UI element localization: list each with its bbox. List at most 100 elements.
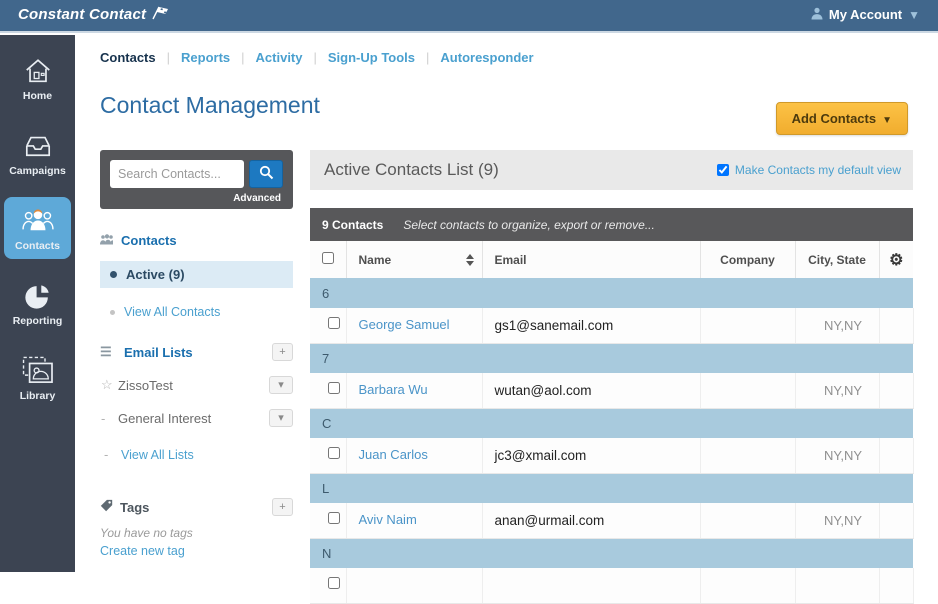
contact-company [700,568,795,603]
bullet-icon [110,310,115,315]
contact-city-state: NY,NY [795,373,879,408]
default-view-toggle[interactable]: Make Contacts my default view [717,163,901,177]
group-row-7: 7 [310,343,913,373]
group-row-C: C [310,408,913,438]
contacts-list-panel: Active Contacts List (9) Make Contacts m… [310,150,913,604]
column-header-city-state[interactable]: City, State [795,241,879,278]
page-title: Contact Management [100,92,320,118]
advanced-search-link[interactable]: Advanced [110,188,283,204]
list-title: Active Contacts List (9) [324,160,499,180]
group-label: 7 [310,343,913,373]
nav-tab-contacts[interactable]: Contacts [100,50,156,65]
group-label: L [310,473,913,503]
my-account-menu[interactable]: My Account ▼ [811,7,920,23]
selection-toolbar: 9 Contacts Select contacts to organize, … [310,208,913,241]
contact-row: George Samuel gs1@sanemail.com NY,NY [310,308,913,343]
group-label: N [310,538,913,568]
list-header-band: Active Contacts List (9) Make Contacts m… [310,150,913,190]
contact-city-state: NY,NY [795,308,879,343]
contact-row [310,568,913,603]
nav-separator: | [314,50,317,65]
select-all-checkbox[interactable] [322,252,334,264]
library-icon [4,356,71,388]
default-view-checkbox[interactable] [717,164,729,176]
email-list-item-general-interest[interactable]: -General Interest▾ [100,409,293,427]
gear-icon[interactable]: ⚙ [889,252,903,269]
constant-contact-logo[interactable]: Constant Contact [18,4,170,25]
column-header-email[interactable]: Email [482,241,700,278]
rail-item-contacts[interactable]: Contacts [4,197,71,259]
contact-name-link[interactable]: Barbara Wu [359,382,428,397]
column-header-name[interactable]: Name [346,241,482,278]
nav-tab-activity[interactable]: Activity [256,50,303,65]
contacts-table: Name Email Company City, State ⚙ 6George… [310,241,914,604]
dash-icon: - [101,411,118,426]
contact-email: jc3@xmail.com [482,438,700,473]
row-checkbox[interactable] [328,512,340,524]
search-button[interactable] [249,160,283,188]
sidebar-item-view-all-contacts[interactable]: View All Contacts [100,305,293,319]
sidebar-item-active[interactable]: Active (9) [100,261,293,288]
dash-icon: - [104,447,121,462]
column-header-company[interactable]: Company [700,241,795,278]
contact-name-link[interactable]: Juan Carlos [359,447,428,462]
contact-email [482,568,700,603]
add-tag-button[interactable]: + [272,498,293,516]
sort-icon[interactable] [466,254,474,266]
contact-row: Juan Carlosjc3@xmail.comNY,NY [310,438,913,473]
selection-hint: Select contacts to organize, export or r… [403,218,654,232]
email-list-item-zissotest[interactable]: ☆ZissoTest▾ [100,376,293,394]
caret-down-icon: ▼ [882,115,892,126]
contact-name-link[interactable]: Aviv Naim [359,512,417,527]
group-row-6: 6 [310,278,913,308]
left-rail: Home Campaigns Contacts Reporting Library [0,35,75,572]
nav-separator: | [167,50,170,65]
contact-company [700,373,795,408]
contacts-count: 9 Contacts [322,218,383,232]
star-icon: ☆ [101,377,118,393]
sidebar-item-view-all-lists[interactable]: - View All Lists [100,447,293,462]
list-dropdown-button[interactable]: ▾ [269,409,293,427]
logo-text: Constant Contact [18,6,146,23]
tag-icon [100,499,113,515]
contact-email: gs1@sanemail.com [482,308,700,343]
rail-item-library[interactable]: Library [4,347,71,409]
contact-company [700,308,795,343]
search-contacts-input[interactable] [110,160,244,188]
add-contacts-button[interactable]: Add Contacts▼ [776,102,908,135]
group-label: C [310,408,913,438]
row-checkbox[interactable] [328,382,340,394]
rail-item-home[interactable]: Home [4,47,71,109]
row-checkbox[interactable] [328,577,340,589]
flag-logo-icon [150,4,170,25]
sidebar-contacts-header[interactable]: Contacts [100,233,177,248]
nav-separator: | [241,50,244,65]
create-new-tag-link[interactable]: Create new tag [100,544,293,558]
sidebar-email-lists-header[interactable]: ☰ Email Lists [100,344,193,360]
contact-email: anan@urmail.com [482,503,700,538]
sidebar-tags-header[interactable]: Tags [100,499,149,515]
contact-city-state: NY,NY [795,503,879,538]
campaigns-icon [4,131,71,163]
nav-tab-reports[interactable]: Reports [181,50,230,65]
search-panel: Advanced [100,150,293,209]
row-checkbox[interactable] [328,447,340,459]
group-label: 6 [310,278,913,308]
contact-city-state [795,568,879,603]
sidebar: Advanced Contacts Active (9) View All Co… [100,150,293,604]
home-icon [4,56,71,88]
search-icon [259,165,274,183]
add-list-button[interactable]: + [272,343,293,361]
rail-item-reporting[interactable]: Reporting [4,272,71,334]
active-bullet [110,271,117,278]
list-dropdown-button[interactable]: ▾ [269,376,293,394]
nav-tab-sign-up-tools[interactable]: Sign-Up Tools [328,50,415,65]
rail-item-campaigns[interactable]: Campaigns [4,122,71,184]
contact-name-link[interactable]: George Samuel [359,317,450,332]
user-icon [811,7,823,23]
contact-email: wutan@aol.com [482,373,700,408]
table-header-row: Name Email Company City, State ⚙ [310,241,913,278]
row-checkbox[interactable] [328,317,340,329]
contact-company [700,503,795,538]
nav-tab-autoresponder[interactable]: Autoresponder [440,50,533,65]
